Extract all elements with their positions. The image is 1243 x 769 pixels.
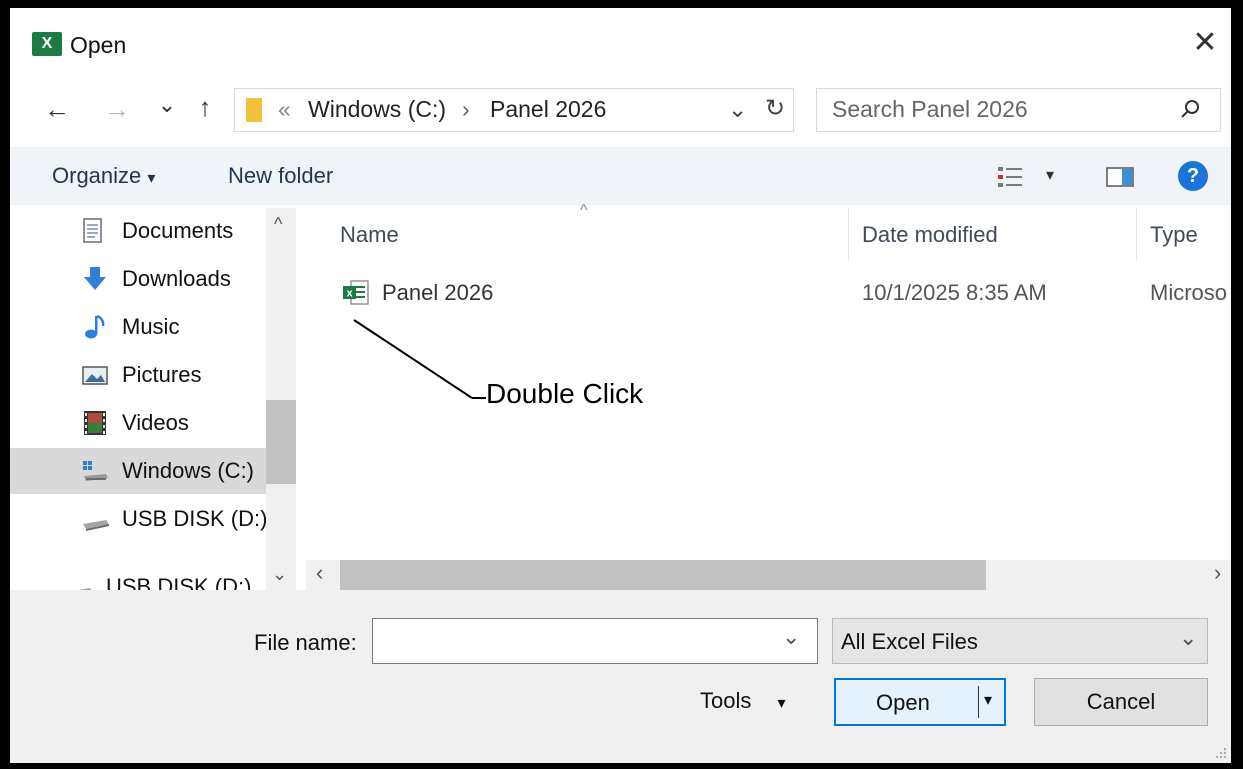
sidebar-item-usb-disk-d[interactable]: USB DISK (D:) <box>10 496 268 542</box>
sidebar-item-label: Windows (C:) <box>122 458 255 483</box>
address-dropdown-button[interactable]: ⌄ <box>728 96 747 123</box>
horizontal-scrollbar-thumb[interactable] <box>340 560 986 590</box>
sidebar-item-label: USB DISK (D:) <box>122 506 268 531</box>
forward-button[interactable]: → <box>102 94 132 125</box>
svg-text:x: x <box>346 288 353 300</box>
tools-button[interactable]: Tools ▾ <box>700 688 786 714</box>
sidebar-item-label: Music <box>122 314 180 339</box>
file-type-filter-value: All Excel Files <box>841 629 978 654</box>
column-header-name[interactable]: Name <box>340 222 399 248</box>
sidebar-scroll-up-button[interactable]: ^ <box>274 214 282 235</box>
new-folder-button[interactable]: New folder <box>228 163 333 189</box>
up-button[interactable]: ↑ <box>190 92 220 123</box>
breadcrumb-panel-2026[interactable]: Panel 2026 <box>490 96 606 123</box>
recent-locations-button[interactable]: ⌄ <box>152 92 182 118</box>
sidebar-item-label: Documents <box>122 218 234 243</box>
videos-icon <box>82 410 108 436</box>
change-view-icon[interactable] <box>998 166 1026 188</box>
usb-drive-icon <box>82 506 109 532</box>
pictures-icon <box>82 362 108 388</box>
tools-caret-icon: ▾ <box>777 695 786 712</box>
search-input[interactable]: Search Panel 2026 <box>832 96 1028 123</box>
double-click-annotation: Double Click <box>486 378 644 409</box>
scroll-left-button[interactable]: ‹ <box>316 560 323 586</box>
file-type-cell: Microso <box>1150 280 1228 305</box>
dialog-title: Open <box>70 32 127 58</box>
column-header-date-modified[interactable]: Date modified <box>862 222 998 248</box>
organize-button[interactable]: Organize ▾ <box>52 163 155 189</box>
footer-panel <box>10 590 1231 763</box>
open-button-label: Open <box>876 690 930 715</box>
title-bar <box>10 8 1231 78</box>
refresh-button[interactable]: ↻ <box>765 94 785 123</box>
folder-icon <box>246 98 262 122</box>
sidebar-item-pictures[interactable]: Pictures <box>10 352 266 398</box>
sidebar-item-videos[interactable]: Videos <box>10 400 266 446</box>
organize-label: Organize <box>52 163 142 188</box>
file-type-filter-select[interactable]: All Excel Files ⌄ <box>832 618 1208 664</box>
breadcrumb-overflow[interactable]: « <box>278 96 291 123</box>
column-divider[interactable] <box>848 208 849 260</box>
sidebar-scroll-down-button[interactable]: ⌄ <box>272 564 287 585</box>
downloads-icon <box>82 266 108 292</box>
documents-icon <box>82 218 108 244</box>
split-divider <box>978 686 979 718</box>
back-button[interactable]: ← <box>42 94 72 125</box>
column-header-type[interactable]: Type <box>1150 222 1198 248</box>
sidebar-item-documents[interactable]: Documents <box>10 208 266 254</box>
open-button[interactable]: Open ▾ <box>834 678 1006 726</box>
sidebar-item-label: Downloads <box>122 266 231 291</box>
view-options-caret-icon[interactable]: ▾ <box>1046 165 1054 185</box>
open-options-caret-icon[interactable]: ▾ <box>984 690 992 710</box>
sidebar-item-music[interactable]: Music <box>10 304 266 350</box>
drive-icon <box>82 458 108 484</box>
file-name-label: File name: <box>254 630 357 655</box>
cancel-button[interactable]: Cancel <box>1034 678 1208 726</box>
excel-icon: X <box>32 32 62 56</box>
file-date-cell: 10/1/2025 8:35 AM <box>862 280 1047 305</box>
sidebar-item-label: Videos <box>122 410 189 435</box>
sidebar-item-windows-c[interactable]: Windows (C:) <box>10 448 266 494</box>
sidebar-item-downloads[interactable]: Downloads <box>10 256 266 302</box>
sort-ascending-icon: ^ <box>580 202 588 219</box>
preview-pane-icon[interactable] <box>1106 166 1134 188</box>
open-dialog: X Open ✕ ← → ⌄ ↑ « Windows (C:) › Panel … <box>10 8 1231 763</box>
tools-label: Tools <box>700 688 752 713</box>
breadcrumb-windows-c[interactable]: Windows (C:) <box>308 96 446 123</box>
scroll-right-button[interactable]: › <box>1214 560 1221 586</box>
filter-dropdown-icon: ⌄ <box>1179 625 1198 650</box>
search-icon[interactable] <box>1180 98 1202 120</box>
file-name-cell[interactable]: Panel 2026 <box>382 280 493 306</box>
callout-line <box>353 319 486 399</box>
close-button[interactable]: ✕ <box>1190 28 1220 58</box>
resize-grip-icon[interactable] <box>1214 740 1228 763</box>
music-icon <box>82 314 108 340</box>
help-icon[interactable]: ? <box>1178 161 1208 191</box>
organize-caret-icon: ▾ <box>147 170 156 187</box>
column-divider[interactable] <box>1136 208 1137 260</box>
sidebar-scrollbar-thumb[interactable] <box>266 400 296 484</box>
file-name-input[interactable] <box>372 618 818 664</box>
file-name-dropdown-icon[interactable]: ⌄ <box>782 624 800 650</box>
sidebar-item-label: Pictures <box>122 362 202 387</box>
breadcrumb-separator[interactable]: › <box>462 96 470 123</box>
